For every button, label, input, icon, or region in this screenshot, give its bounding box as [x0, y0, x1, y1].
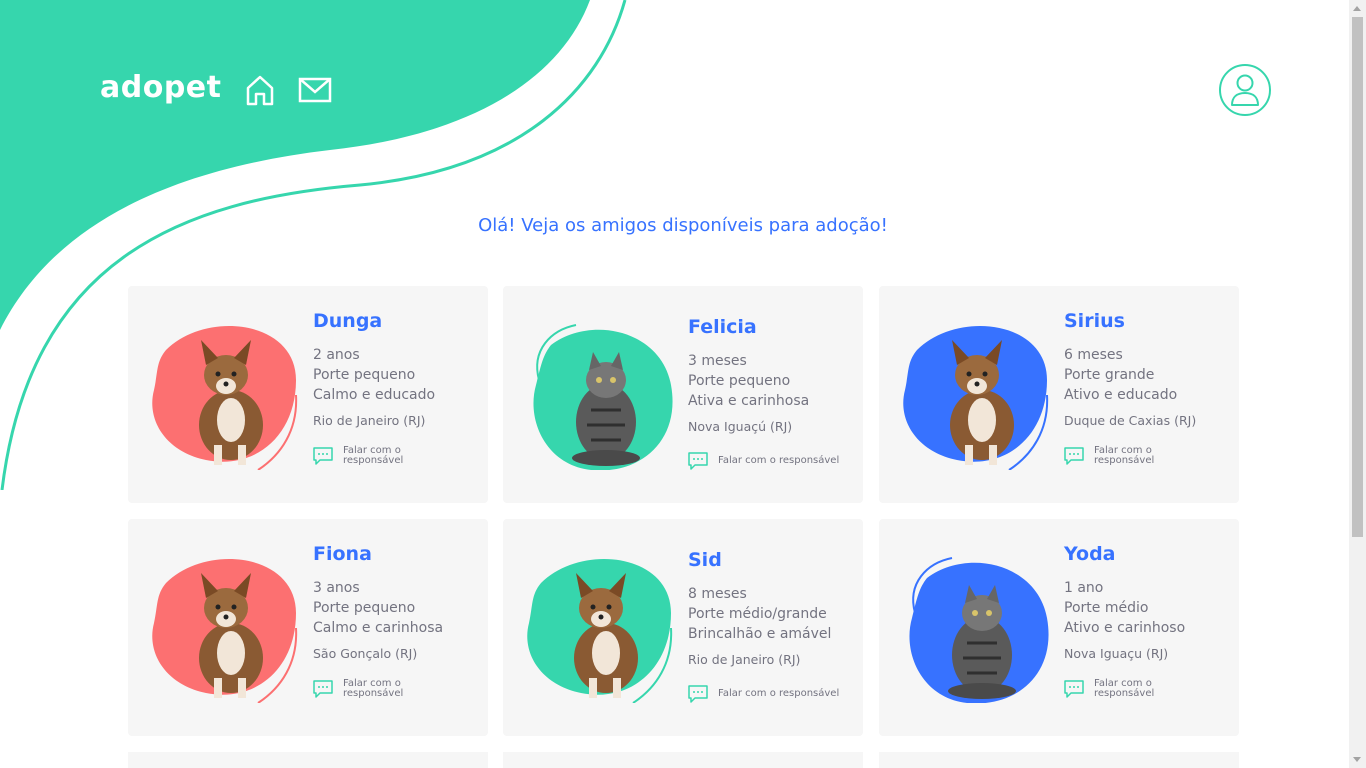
- pet-location: Nova Iguaçú (RJ): [688, 419, 793, 434]
- user-profile-button[interactable]: [1219, 64, 1271, 116]
- pet-photo: [909, 557, 1049, 703]
- pet-size: Porte grande: [1064, 367, 1155, 383]
- mail-icon[interactable]: [298, 76, 332, 104]
- pet-photo: [903, 326, 1049, 470]
- pet-age: 3 meses: [688, 353, 747, 369]
- pet-card-partial: [503, 752, 863, 768]
- pet-details: 1 ano Porte médio Ativo e carinhoso: [1064, 578, 1185, 638]
- pet-name: Felicia: [688, 316, 757, 338]
- pet-name: Fiona: [313, 543, 372, 565]
- pet-location: Duque de Caxias (RJ): [1064, 413, 1197, 428]
- chat-icon: [688, 685, 708, 703]
- contact-owner-label: Falar com o responsável: [1094, 678, 1155, 699]
- chat-icon: [1064, 447, 1084, 465]
- scroll-up-arrow-icon[interactable]: [1353, 6, 1361, 11]
- pet-card[interactable]: Dunga 2 anos Porte pequeno Calmo e educa…: [128, 286, 488, 503]
- pet-location: Nova Iguaçu (RJ): [1064, 646, 1169, 661]
- pet-details: 8 meses Porte médio/grande Brincalhão e …: [688, 584, 831, 644]
- pet-size: Porte pequeno: [313, 600, 416, 616]
- contact-owner-label: Falar com o responsável: [343, 678, 404, 699]
- pet-temper: Ativo e educado: [1064, 387, 1178, 403]
- header: adopet: [0, 0, 1349, 180]
- scrollbar-thumb[interactable]: [1352, 17, 1363, 537]
- chat-icon: [1064, 680, 1084, 698]
- pet-temper: Calmo e carinhosa: [313, 620, 444, 636]
- pet-photo: [152, 559, 298, 703]
- contact-owner-label: Falar com o responsável: [1094, 445, 1155, 466]
- pet-card[interactable]: Yoda 1 ano Porte médio Ativo e carinhoso…: [879, 519, 1239, 736]
- chat-icon: [313, 680, 333, 698]
- pet-age: 2 anos: [313, 347, 360, 363]
- pet-card-partial: [879, 752, 1239, 768]
- pet-age: 6 meses: [1064, 347, 1123, 363]
- pet-name: Sirius: [1064, 310, 1125, 332]
- contact-owner-label: Falar com o responsável: [718, 455, 840, 466]
- contact-owner-link[interactable]: Falar com o responsável: [1064, 446, 1174, 466]
- pet-age: 1 ano: [1064, 580, 1104, 596]
- page-heading: Olá! Veja os amigos disponíveis para ado…: [478, 215, 888, 236]
- pet-location: São Gonçalo (RJ): [313, 646, 418, 661]
- pet-name: Yoda: [1064, 543, 1116, 565]
- pet-card-partial: [128, 752, 488, 768]
- chat-icon: [688, 452, 708, 470]
- chat-icon: [313, 447, 333, 465]
- contact-owner-link[interactable]: Falar com o responsável: [688, 452, 839, 470]
- pet-age: 3 anos: [313, 580, 360, 596]
- contact-owner-link[interactable]: Falar com o responsável: [313, 446, 423, 466]
- user-profile-icon: [1231, 74, 1259, 106]
- home-icon[interactable]: [245, 74, 275, 106]
- contact-owner-link[interactable]: Falar com o responsável: [688, 685, 839, 703]
- pet-temper: Ativa e carinhosa: [688, 393, 810, 409]
- pet-temper: Brincalhão e amável: [688, 626, 832, 642]
- pet-temper: Calmo e educado: [313, 387, 436, 403]
- pet-age: 8 meses: [688, 586, 747, 602]
- pet-location: Rio de Janeiro (RJ): [688, 652, 801, 667]
- pet-size: Porte pequeno: [688, 373, 791, 389]
- pet-card[interactable]: Felicia 3 meses Porte pequeno Ativa e ca…: [503, 286, 863, 503]
- pet-card[interactable]: Fiona 3 anos Porte pequeno Calmo e carin…: [128, 519, 488, 736]
- adopet-logo[interactable]: adopet: [100, 70, 222, 105]
- contact-owner-link[interactable]: Falar com o responsável: [1064, 679, 1174, 699]
- contact-owner-label: Falar com o responsável: [343, 445, 404, 466]
- pet-location: Rio de Janeiro (RJ): [313, 413, 426, 428]
- pet-details: 3 anos Porte pequeno Calmo e carinhosa: [313, 578, 443, 638]
- scrollbar[interactable]: [1349, 0, 1366, 768]
- pet-size: Porte médio: [1064, 600, 1149, 616]
- pet-name: Dunga: [313, 310, 383, 332]
- pet-size: Porte médio/grande: [688, 606, 827, 622]
- pet-card[interactable]: Sid 8 meses Porte médio/grande Brincalhã…: [503, 519, 863, 736]
- scroll-down-arrow-icon[interactable]: [1353, 757, 1361, 762]
- pet-photo: [533, 324, 673, 470]
- pet-size: Porte pequeno: [313, 367, 416, 383]
- pet-card[interactable]: Sirius 6 meses Porte grande Ativo e educ…: [879, 286, 1239, 503]
- pet-name: Sid: [688, 549, 722, 571]
- pet-photo: [527, 559, 673, 703]
- pet-photo: [152, 326, 298, 470]
- contact-owner-link[interactable]: Falar com o responsável: [313, 679, 423, 699]
- pet-details: 3 meses Porte pequeno Ativa e carinhosa: [688, 351, 809, 411]
- pet-temper: Ativo e carinhoso: [1064, 620, 1186, 636]
- contact-owner-label: Falar com o responsável: [718, 688, 840, 699]
- pet-details: 6 meses Porte grande Ativo e educado: [1064, 345, 1177, 405]
- pet-details: 2 anos Porte pequeno Calmo e educado: [313, 345, 435, 405]
